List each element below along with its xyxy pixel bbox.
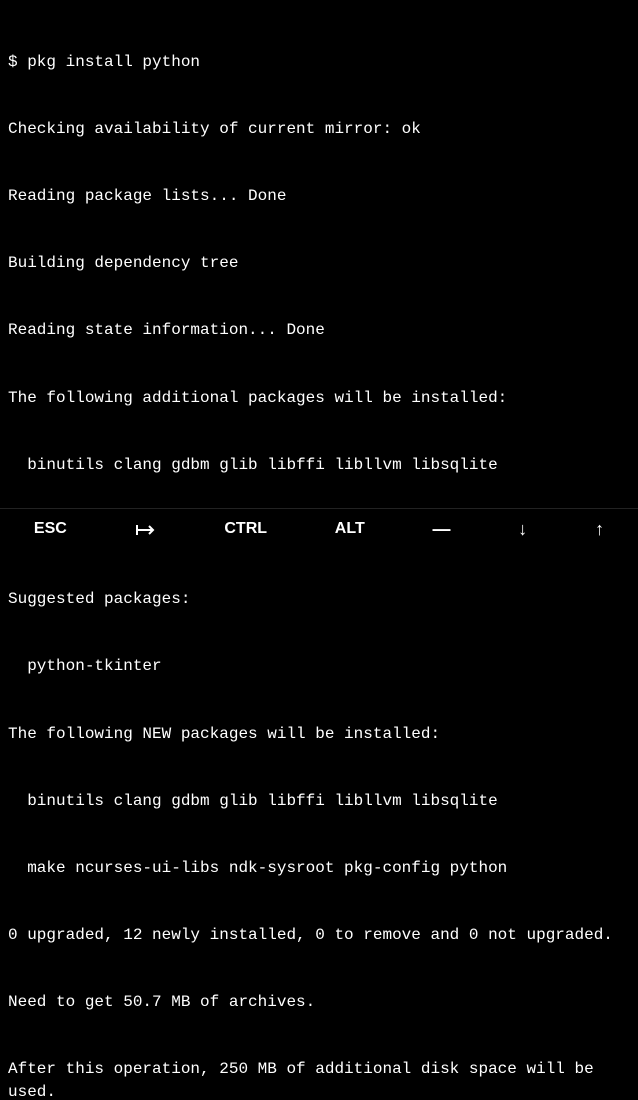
terminal-line: Suggested packages: <box>8 588 630 610</box>
terminal-line: Checking availability of current mirror:… <box>8 118 630 140</box>
terminal-line: Need to get 50.7 MB of archives. <box>8 991 630 1013</box>
terminal-line: Reading state information... Done <box>8 319 630 341</box>
terminal-line: make ncurses-ui-libs ndk-sysroot pkg-con… <box>8 857 630 879</box>
terminal-line: python-tkinter <box>8 655 630 677</box>
down-arrow-button[interactable]: ↓ <box>508 511 537 548</box>
tab-icon <box>135 523 157 537</box>
ctrl-key-button[interactable]: CTRL <box>214 512 277 546</box>
terminal-line: After this operation, 250 MB of addition… <box>8 1058 630 1100</box>
tab-key-button[interactable] <box>125 517 167 543</box>
dash-key-button[interactable]: — <box>423 511 461 548</box>
up-arrow-button[interactable]: ↑ <box>585 511 614 548</box>
keyboard-toolbar: ESC CTRL ALT — ↓ ↑ <box>0 508 638 550</box>
terminal-line: binutils clang gdbm glib libffi libllvm … <box>8 790 630 812</box>
esc-key-button[interactable]: ESC <box>24 512 77 546</box>
terminal-line: Building dependency tree <box>8 252 630 274</box>
terminal-line: binutils clang gdbm glib libffi libllvm … <box>8 454 630 476</box>
alt-key-button[interactable]: ALT <box>325 512 375 546</box>
terminal-output[interactable]: $ pkg install python Checking availabili… <box>0 0 638 1100</box>
terminal-line: The following additional packages will b… <box>8 387 630 409</box>
terminal-line: $ pkg install python <box>8 51 630 73</box>
terminal-line: The following NEW packages will be insta… <box>8 723 630 745</box>
terminal-line: Reading package lists... Done <box>8 185 630 207</box>
terminal-line: 0 upgraded, 12 newly installed, 0 to rem… <box>8 924 630 946</box>
